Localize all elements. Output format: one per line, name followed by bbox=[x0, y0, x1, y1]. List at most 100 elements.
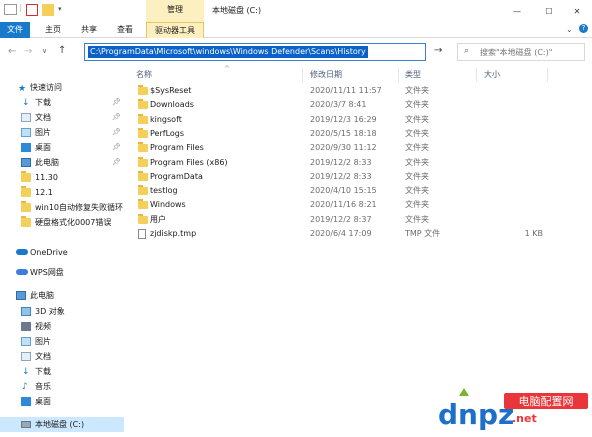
address-bar[interactable]: C:\ProgramData\Microsoft\windows\Windows… bbox=[84, 43, 426, 61]
nav-item-recent[interactable]: 11.30 bbox=[0, 170, 124, 185]
tab-file[interactable]: 文件 bbox=[0, 22, 30, 38]
file-row[interactable]: Windows 2020/11/16 8:21 文件夹 bbox=[136, 198, 592, 212]
column-divider[interactable] bbox=[547, 68, 548, 82]
column-header-type[interactable]: 类型 bbox=[405, 68, 421, 82]
nav-item-local-disk-c[interactable]: 本地磁盘 (C:) bbox=[0, 417, 124, 432]
ribbon-expand-icon[interactable]: ⌄ bbox=[566, 25, 573, 34]
file-row[interactable]: kingsoft 2019/12/3 16:29 文件夹 bbox=[136, 113, 592, 127]
folder-icon bbox=[138, 185, 148, 196]
nav-item-music[interactable]: ♪ 音乐 bbox=[0, 379, 124, 394]
column-header-date[interactable]: 修改日期 bbox=[310, 68, 342, 82]
close-button[interactable]: ✕ bbox=[562, 0, 592, 22]
nav-item-videos[interactable]: 视频 bbox=[0, 319, 124, 334]
3d-objects-icon bbox=[21, 307, 31, 316]
column-header-size[interactable]: 大小 bbox=[484, 68, 500, 82]
file-size: 1 KB bbox=[524, 229, 543, 238]
window-title: 本地磁盘 (C:) bbox=[212, 6, 262, 15]
pin-icon: 📌︎ bbox=[112, 128, 121, 136]
column-divider[interactable] bbox=[398, 68, 399, 82]
download-icon: ↓ bbox=[22, 367, 30, 377]
nav-item-documents[interactable]: 文档 bbox=[0, 349, 124, 364]
file-row[interactable]: ProgramData 2019/12/2 8:33 文件夹 bbox=[136, 170, 592, 184]
nav-label: 视频 bbox=[35, 322, 51, 331]
watermark-brand: dnpz bbox=[438, 398, 514, 431]
nav-item-recent[interactable]: 12.1 bbox=[0, 185, 124, 200]
nav-item-this-pc-pinned[interactable]: 此电脑 📌︎ bbox=[0, 155, 124, 170]
file-icon bbox=[138, 229, 146, 239]
nav-this-pc[interactable]: 此电脑 bbox=[0, 288, 124, 303]
pin-icon: 📌︎ bbox=[112, 113, 121, 121]
file-row[interactable]: zjdiskp.tmp 2020/6/4 17:09 TMP 文件 1 KB bbox=[136, 227, 592, 241]
nav-item-pictures[interactable]: 图片 bbox=[0, 334, 124, 349]
nav-wps[interactable]: WPS网盘 bbox=[0, 265, 124, 280]
file-date: 2020/11/11 11:57 bbox=[310, 86, 382, 95]
customize-quick-access-icon[interactable]: ▾ bbox=[58, 5, 62, 13]
tab-share[interactable]: 共享 bbox=[74, 22, 104, 38]
folder-icon bbox=[138, 85, 148, 95]
pin-icon: 📌︎ bbox=[112, 143, 121, 151]
file-date: 2019/12/2 8:37 bbox=[310, 214, 372, 224]
search-box[interactable]: ⌕ 搜索"本地磁盘 (C:)" bbox=[457, 43, 585, 61]
file-name: ProgramData bbox=[150, 171, 203, 181]
file-row[interactable]: testlog 2020/4/10 15:15 文件夹 bbox=[136, 184, 592, 198]
column-divider[interactable] bbox=[302, 68, 303, 82]
column-divider[interactable] bbox=[476, 68, 477, 82]
file-date: 2020/11/16 8:21 bbox=[310, 200, 377, 210]
file-row[interactable]: PerfLogs 2020/5/15 18:18 文件夹 bbox=[136, 127, 592, 141]
tab-view[interactable]: 查看 bbox=[110, 22, 140, 38]
file-row[interactable]: Program Files (x86) 2019/12/2 8:33 文件夹 bbox=[136, 156, 592, 170]
forward-arrow-icon[interactable]: → bbox=[24, 46, 32, 57]
file-name: Windows bbox=[150, 200, 186, 210]
file-row[interactable]: $SysReset 2020/11/11 11:57 文件夹 bbox=[136, 84, 592, 98]
help-icon[interactable]: ? bbox=[579, 24, 588, 33]
explorer-icon[interactable] bbox=[4, 4, 17, 15]
nav-item-downloads[interactable]: ↓ 下载 bbox=[0, 364, 124, 379]
file-row[interactable]: 用户 2019/12/2 8:37 文件夹 bbox=[136, 213, 592, 227]
search-input[interactable]: 搜索"本地磁盘 (C:)" bbox=[480, 47, 552, 58]
nav-item-documents[interactable]: 文档 📌︎ bbox=[0, 110, 124, 125]
file-name: $SysReset bbox=[150, 86, 192, 95]
file-type: TMP 文件 bbox=[405, 229, 441, 238]
file-type: 文件夹 bbox=[405, 128, 429, 138]
cloud-icon bbox=[16, 269, 28, 275]
navigation-pane: ★ 快速访问 ↓ 下载 📌︎ 文档 📌︎ 图片 📌︎ 桌面 📌︎ 此电脑 📌︎ … bbox=[0, 66, 124, 437]
nav-item-downloads[interactable]: ↓ 下载 📌︎ bbox=[0, 95, 124, 110]
up-arrow-icon[interactable]: ↑ bbox=[58, 45, 66, 56]
file-date: 2019/12/2 8:33 bbox=[310, 157, 372, 167]
nav-onedrive[interactable]: OneDrive bbox=[0, 245, 124, 260]
nav-quick-access[interactable]: ★ 快速访问 bbox=[0, 80, 124, 95]
file-type: 文件夹 bbox=[405, 171, 429, 181]
site-watermark: dnpz 电脑配置网 .net bbox=[438, 388, 588, 431]
nav-item-pictures[interactable]: 图片 📌︎ bbox=[0, 125, 124, 140]
file-row[interactable]: Program Files 2020/9/30 11:12 文件夹 bbox=[136, 141, 592, 155]
watermark-cn: 电脑配置网 bbox=[519, 395, 574, 408]
nav-label: 下载 bbox=[35, 98, 51, 107]
column-header-name[interactable]: 名称 bbox=[136, 68, 152, 82]
back-arrow-icon[interactable]: ← bbox=[8, 46, 16, 57]
nav-label: 11.30 bbox=[35, 173, 58, 182]
nav-item-desktop[interactable]: 桌面 bbox=[0, 394, 124, 409]
minimize-button[interactable]: — bbox=[502, 0, 532, 22]
nav-item-3d-objects[interactable]: 3D 对象 bbox=[0, 304, 124, 319]
file-date: 2020/9/30 11:12 bbox=[310, 143, 377, 153]
context-tab-group: 管理 bbox=[146, 0, 204, 22]
tab-drive-tools[interactable]: 驱动器工具 bbox=[146, 22, 204, 38]
properties-icon[interactable] bbox=[26, 4, 38, 16]
file-type: 文件夹 bbox=[405, 100, 429, 110]
file-row[interactable]: Downloads 2020/3/7 8:41 文件夹 bbox=[136, 98, 592, 112]
pin-icon: 📌︎ bbox=[112, 158, 121, 166]
star-icon: ★ bbox=[18, 84, 27, 94]
recent-locations-icon[interactable]: ∨ bbox=[42, 47, 47, 55]
go-arrow-icon[interactable]: → bbox=[434, 45, 442, 56]
nav-item-recent[interactable]: 硬盘格式化0007错误 bbox=[0, 215, 124, 230]
nav-label: 快速访问 bbox=[30, 83, 62, 92]
maximize-button[interactable]: ☐ bbox=[534, 0, 564, 22]
nav-item-desktop[interactable]: 桌面 📌︎ bbox=[0, 140, 124, 155]
download-icon: ↓ bbox=[22, 98, 30, 108]
music-icon: ♪ bbox=[22, 382, 28, 392]
new-folder-icon[interactable] bbox=[42, 4, 54, 16]
file-name: zjdiskp.tmp bbox=[150, 229, 197, 238]
tab-home[interactable]: 主页 bbox=[38, 22, 68, 38]
address-input[interactable]: C:\ProgramData\Microsoft\windows\Windows… bbox=[88, 46, 368, 58]
nav-item-recent[interactable]: win10自动修复失败循环 bbox=[0, 200, 124, 215]
